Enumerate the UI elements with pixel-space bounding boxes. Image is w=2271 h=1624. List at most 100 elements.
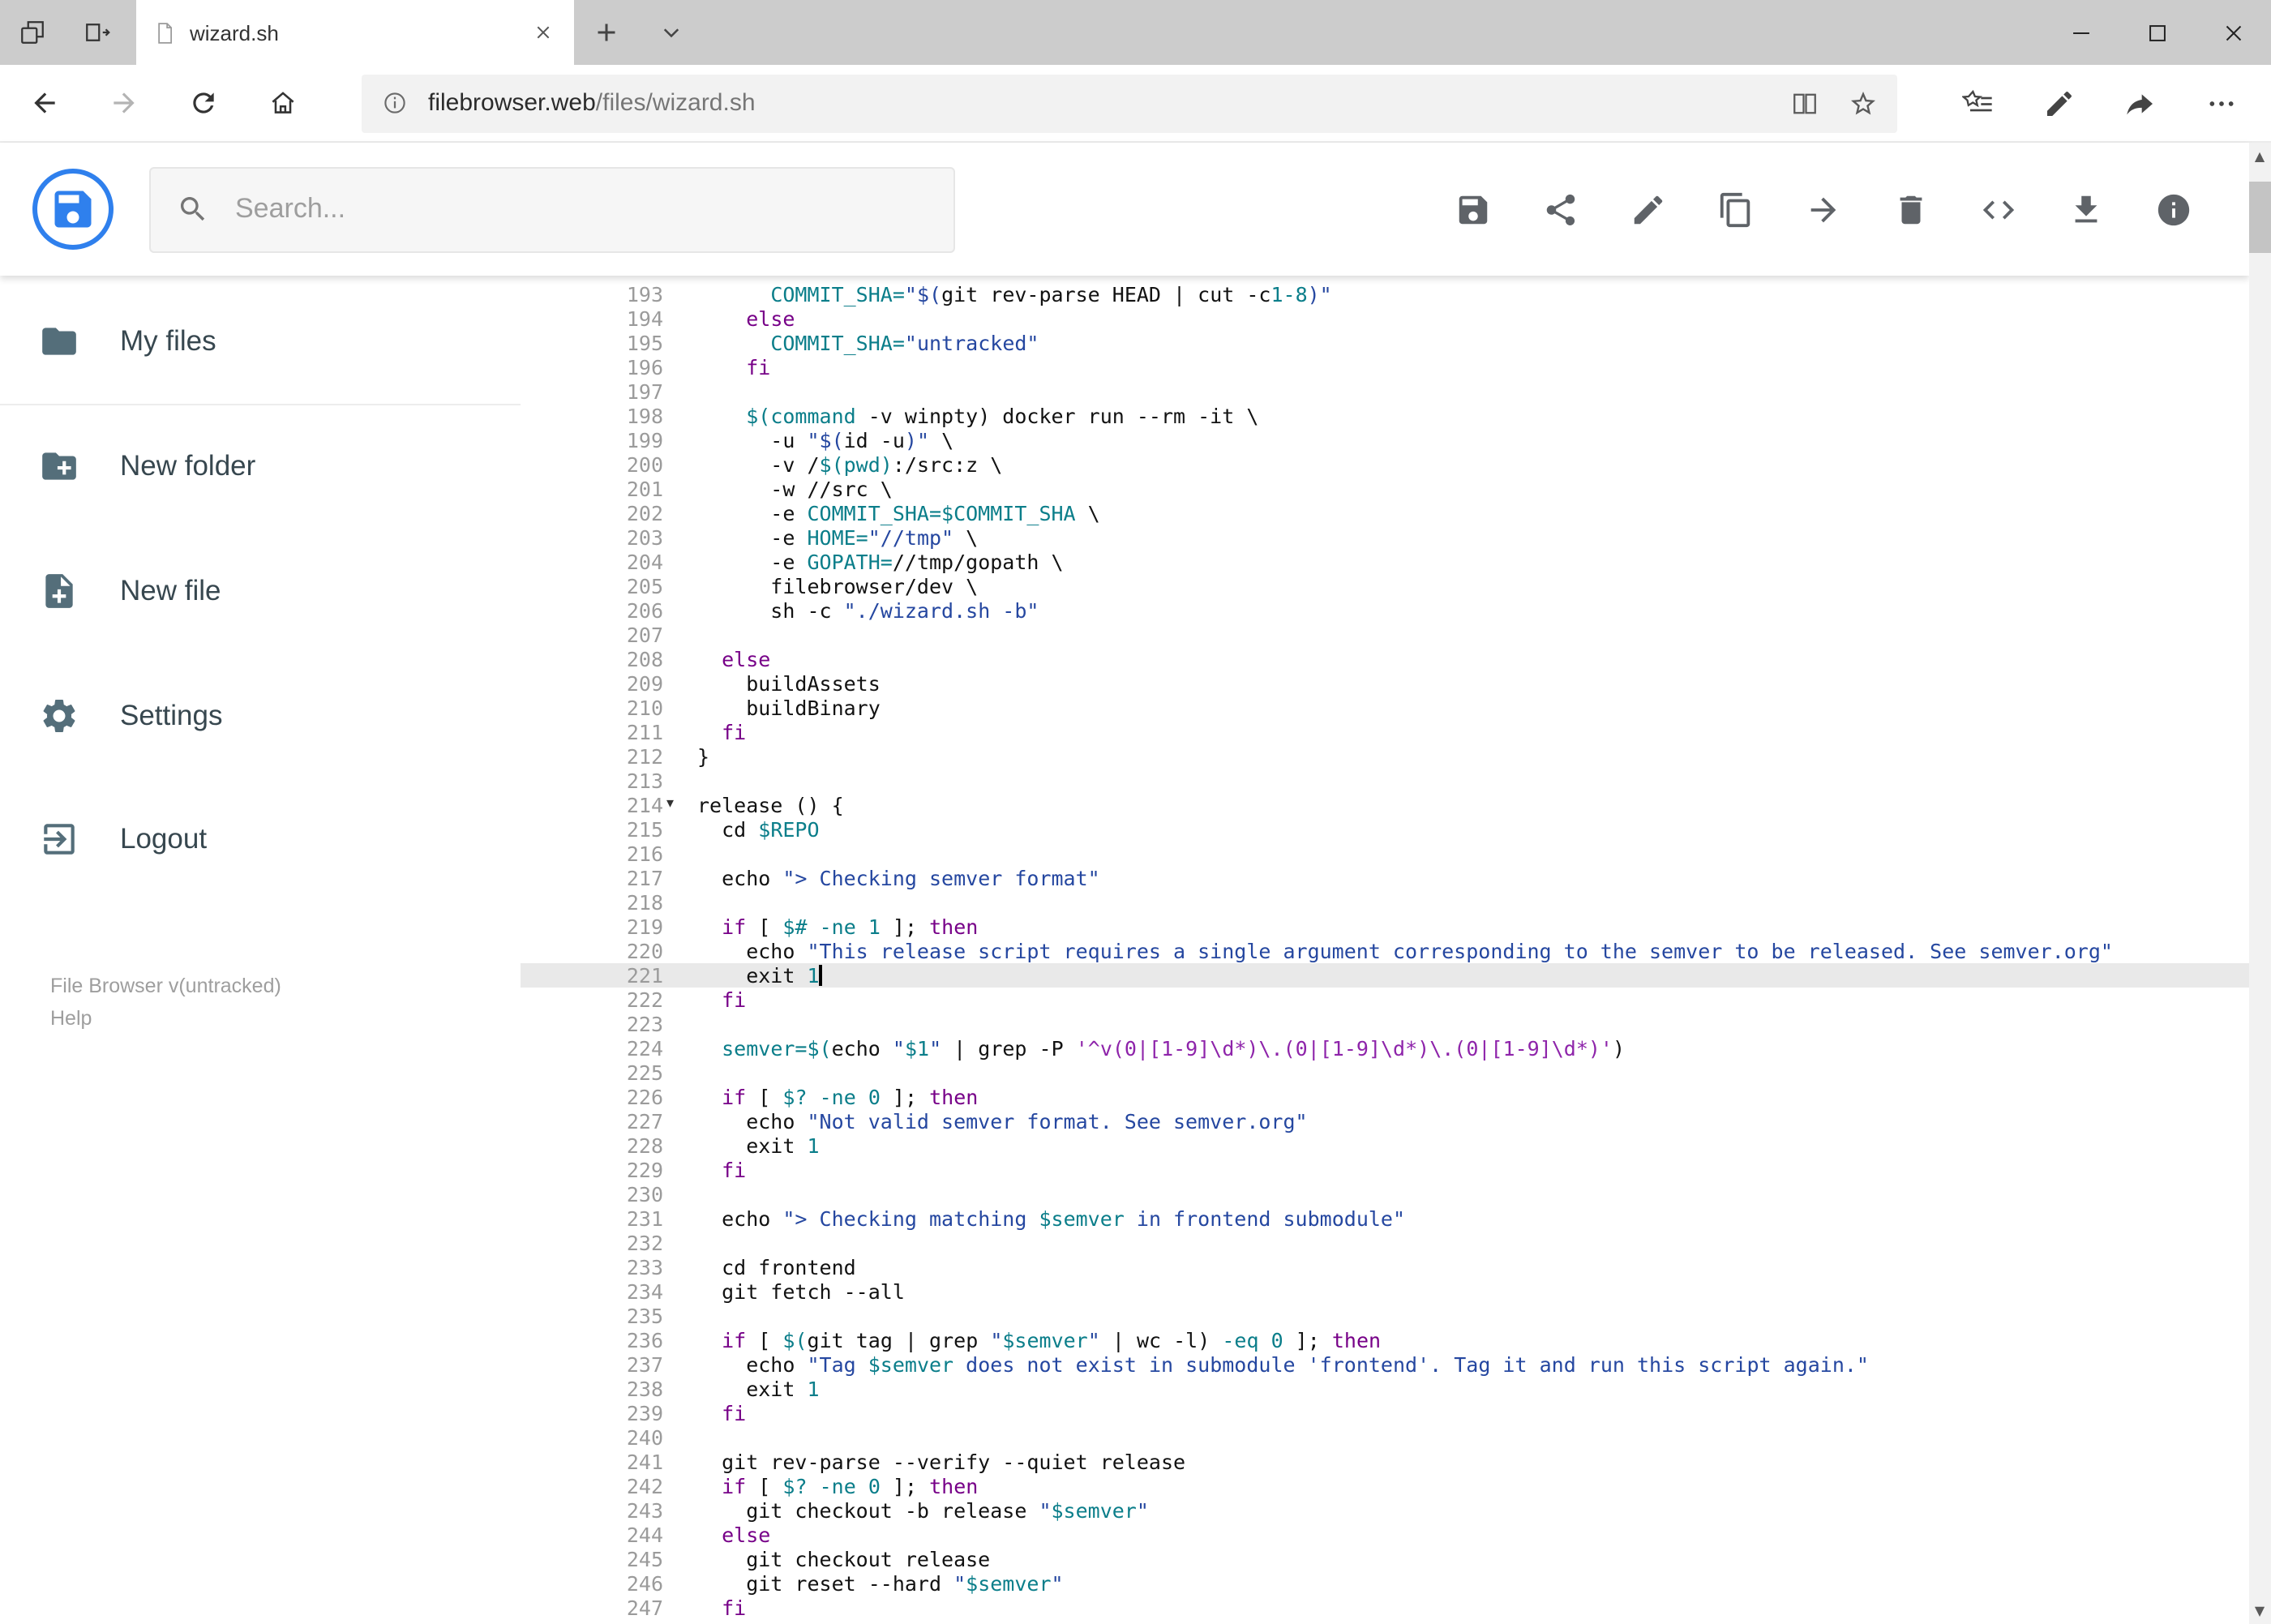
fold-marker-icon[interactable]: ▾ xyxy=(663,793,697,817)
code-line[interactable]: 245 git checkout release xyxy=(521,1547,2271,1571)
code-line[interactable]: 216 xyxy=(521,842,2271,866)
code-line[interactable]: 242 if [ $? -ne 0 ]; then xyxy=(521,1474,2271,1498)
code-line[interactable]: 239 fi xyxy=(521,1401,2271,1425)
sidebar-item-new-folder[interactable]: New folder xyxy=(0,405,521,529)
code-line[interactable]: 214 ▾ release () { xyxy=(521,793,2271,817)
code-line[interactable]: 193 COMMIT_SHA="$(git rev-parse HEAD | c… xyxy=(521,282,2271,306)
maximize-button[interactable] xyxy=(2119,0,2195,65)
code-line[interactable]: 206 sh -c "./wizard.sh -b" xyxy=(521,598,2271,623)
site-info-icon[interactable] xyxy=(381,89,409,117)
tab-list-chevron-icon[interactable] xyxy=(639,0,704,65)
code-line[interactable]: 194 else xyxy=(521,306,2271,331)
code-line[interactable]: 196 fi xyxy=(521,355,2271,379)
code-line[interactable]: 208 else xyxy=(521,647,2271,671)
page-scrollbar[interactable]: ▲ ▼ xyxy=(2248,143,2271,1624)
code-line[interactable]: 237 echo "Tag $semver does not exist in … xyxy=(521,1352,2271,1377)
more-menu-icon[interactable] xyxy=(2181,65,2262,141)
copy-icon[interactable] xyxy=(1716,190,1755,229)
code-line[interactable]: 213 xyxy=(521,769,2271,793)
search-input[interactable] xyxy=(232,191,928,227)
edit-icon[interactable] xyxy=(1629,190,1668,229)
save-icon[interactable] xyxy=(1454,190,1493,229)
hub-favorites-icon[interactable] xyxy=(1938,65,2019,141)
code-line[interactable]: 215 cd $REPO xyxy=(521,817,2271,842)
sidebar-item-logout[interactable]: Logout xyxy=(0,778,521,902)
close-button[interactable] xyxy=(2195,0,2271,65)
new-tab-icon[interactable] xyxy=(574,0,639,65)
home-icon[interactable] xyxy=(243,65,323,141)
delete-icon[interactable] xyxy=(1892,190,1930,229)
back-icon[interactable] xyxy=(5,65,84,141)
forward-icon[interactable] xyxy=(84,65,164,141)
code-line[interactable]: 209 buildAssets xyxy=(521,671,2271,696)
code-line[interactable]: 223 xyxy=(521,1012,2271,1036)
share-page-icon[interactable] xyxy=(2100,65,2181,141)
code-line[interactable]: 225 xyxy=(521,1061,2271,1085)
code-line[interactable]: 220 echo "This release script requires a… xyxy=(521,939,2271,963)
code-line[interactable]: 198 $(command -v winpty) docker run --rm… xyxy=(521,404,2271,428)
code-line[interactable]: 204 -e GOPATH=//tmp/gopath \ xyxy=(521,550,2271,574)
filebrowser-logo[interactable] xyxy=(32,169,114,250)
code-line[interactable]: 219 if [ $# -ne 1 ]; then xyxy=(521,915,2271,939)
code-line[interactable]: 233 cd frontend xyxy=(521,1255,2271,1279)
code-line[interactable]: 226 if [ $? -ne 0 ]; then xyxy=(521,1085,2271,1109)
code-line[interactable]: 224 semver=$(echo "$1" | grep -P '^v(0|[… xyxy=(521,1036,2271,1061)
code-line[interactable]: 236 if [ $(git tag | grep "$semver" | wc… xyxy=(521,1328,2271,1352)
code-line[interactable]: 202 -e COMMIT_SHA=$COMMIT_SHA \ xyxy=(521,501,2271,525)
code-line[interactable]: 247 fi xyxy=(521,1596,2271,1620)
code-editor[interactable]: 193 COMMIT_SHA="$(git rev-parse HEAD | c… xyxy=(521,276,2271,1624)
code-line[interactable]: 199 -u "$(id -u)" \ xyxy=(521,428,2271,452)
info-icon[interactable] xyxy=(2154,190,2193,229)
code-icon[interactable] xyxy=(1979,190,2018,229)
refresh-icon[interactable] xyxy=(164,65,243,141)
favorite-star-icon[interactable] xyxy=(1849,88,1878,118)
code-line[interactable]: 205 filebrowser/dev \ xyxy=(521,574,2271,598)
web-note-pen-icon[interactable] xyxy=(2019,65,2100,141)
code-line[interactable]: 207 xyxy=(521,623,2271,647)
code-line[interactable]: 229 fi xyxy=(521,1158,2271,1182)
code-line[interactable]: 211 fi xyxy=(521,720,2271,744)
code-line[interactable]: 244 else xyxy=(521,1523,2271,1547)
code-line[interactable]: 212} xyxy=(521,744,2271,769)
search-box[interactable] xyxy=(149,166,955,252)
code-line[interactable]: 201 -w //src \ xyxy=(521,477,2271,501)
tabs-preview-icon[interactable] xyxy=(65,0,130,65)
code-line[interactable]: 197 xyxy=(521,379,2271,404)
code-line[interactable]: 243 git checkout -b release "$semver" xyxy=(521,1498,2271,1523)
code-line[interactable]: 210 buildBinary xyxy=(521,696,2271,720)
code-line[interactable]: 235 xyxy=(521,1304,2271,1328)
code-line[interactable]: 238 exit 1 xyxy=(521,1377,2271,1401)
code-line[interactable]: 241 git rev-parse --verify --quiet relea… xyxy=(521,1450,2271,1474)
browser-tab[interactable]: wizard.sh xyxy=(136,0,574,65)
set-tabs-aside-icon[interactable] xyxy=(0,0,65,65)
scrollbar-thumb[interactable] xyxy=(2248,182,2271,253)
move-icon[interactable] xyxy=(1804,190,1843,229)
reading-view-icon[interactable] xyxy=(1790,88,1819,118)
minimize-button[interactable] xyxy=(2042,0,2119,65)
code-line[interactable]: 221 exit 1 xyxy=(521,963,2271,988)
sidebar-item-new-file[interactable]: New file xyxy=(0,529,521,653)
code-line[interactable]: 218 xyxy=(521,890,2271,915)
code-line[interactable]: 203 -e HOME="//tmp" \ xyxy=(521,525,2271,550)
code-line[interactable]: 230 xyxy=(521,1182,2271,1206)
code-line[interactable]: 246 git reset --hard "$semver" xyxy=(521,1571,2271,1596)
help-link[interactable]: Help xyxy=(50,1002,521,1035)
code-line[interactable]: 227 echo "Not valid semver format. See s… xyxy=(521,1109,2271,1133)
scroll-down-icon[interactable]: ▼ xyxy=(2248,1598,2271,1624)
tab-close-icon[interactable] xyxy=(529,18,558,47)
code-line[interactable]: 200 -v /$(pwd):/src:z \ xyxy=(521,452,2271,477)
code-line[interactable]: 195 COMMIT_SHA="untracked" xyxy=(521,331,2271,355)
code-line[interactable]: 234 git fetch --all xyxy=(521,1279,2271,1304)
scroll-up-icon[interactable]: ▲ xyxy=(2248,143,2271,169)
code-line[interactable]: 231 echo "> Checking matching $semver in… xyxy=(521,1206,2271,1231)
code-line[interactable]: 222 fi xyxy=(521,988,2271,1012)
code-line[interactable]: 217 echo "> Checking semver format" xyxy=(521,866,2271,890)
code-line[interactable]: 232 xyxy=(521,1231,2271,1255)
sidebar-item-settings[interactable]: Settings xyxy=(0,653,521,778)
sidebar-item-my-files[interactable]: My files xyxy=(0,279,521,403)
download-icon[interactable] xyxy=(2067,190,2106,229)
code-line[interactable]: 228 exit 1 xyxy=(521,1133,2271,1158)
code-line[interactable]: 240 xyxy=(521,1425,2271,1450)
share-icon[interactable] xyxy=(1541,190,1580,229)
address-bar[interactable]: filebrowser.web/files/wizard.sh xyxy=(362,74,1897,132)
